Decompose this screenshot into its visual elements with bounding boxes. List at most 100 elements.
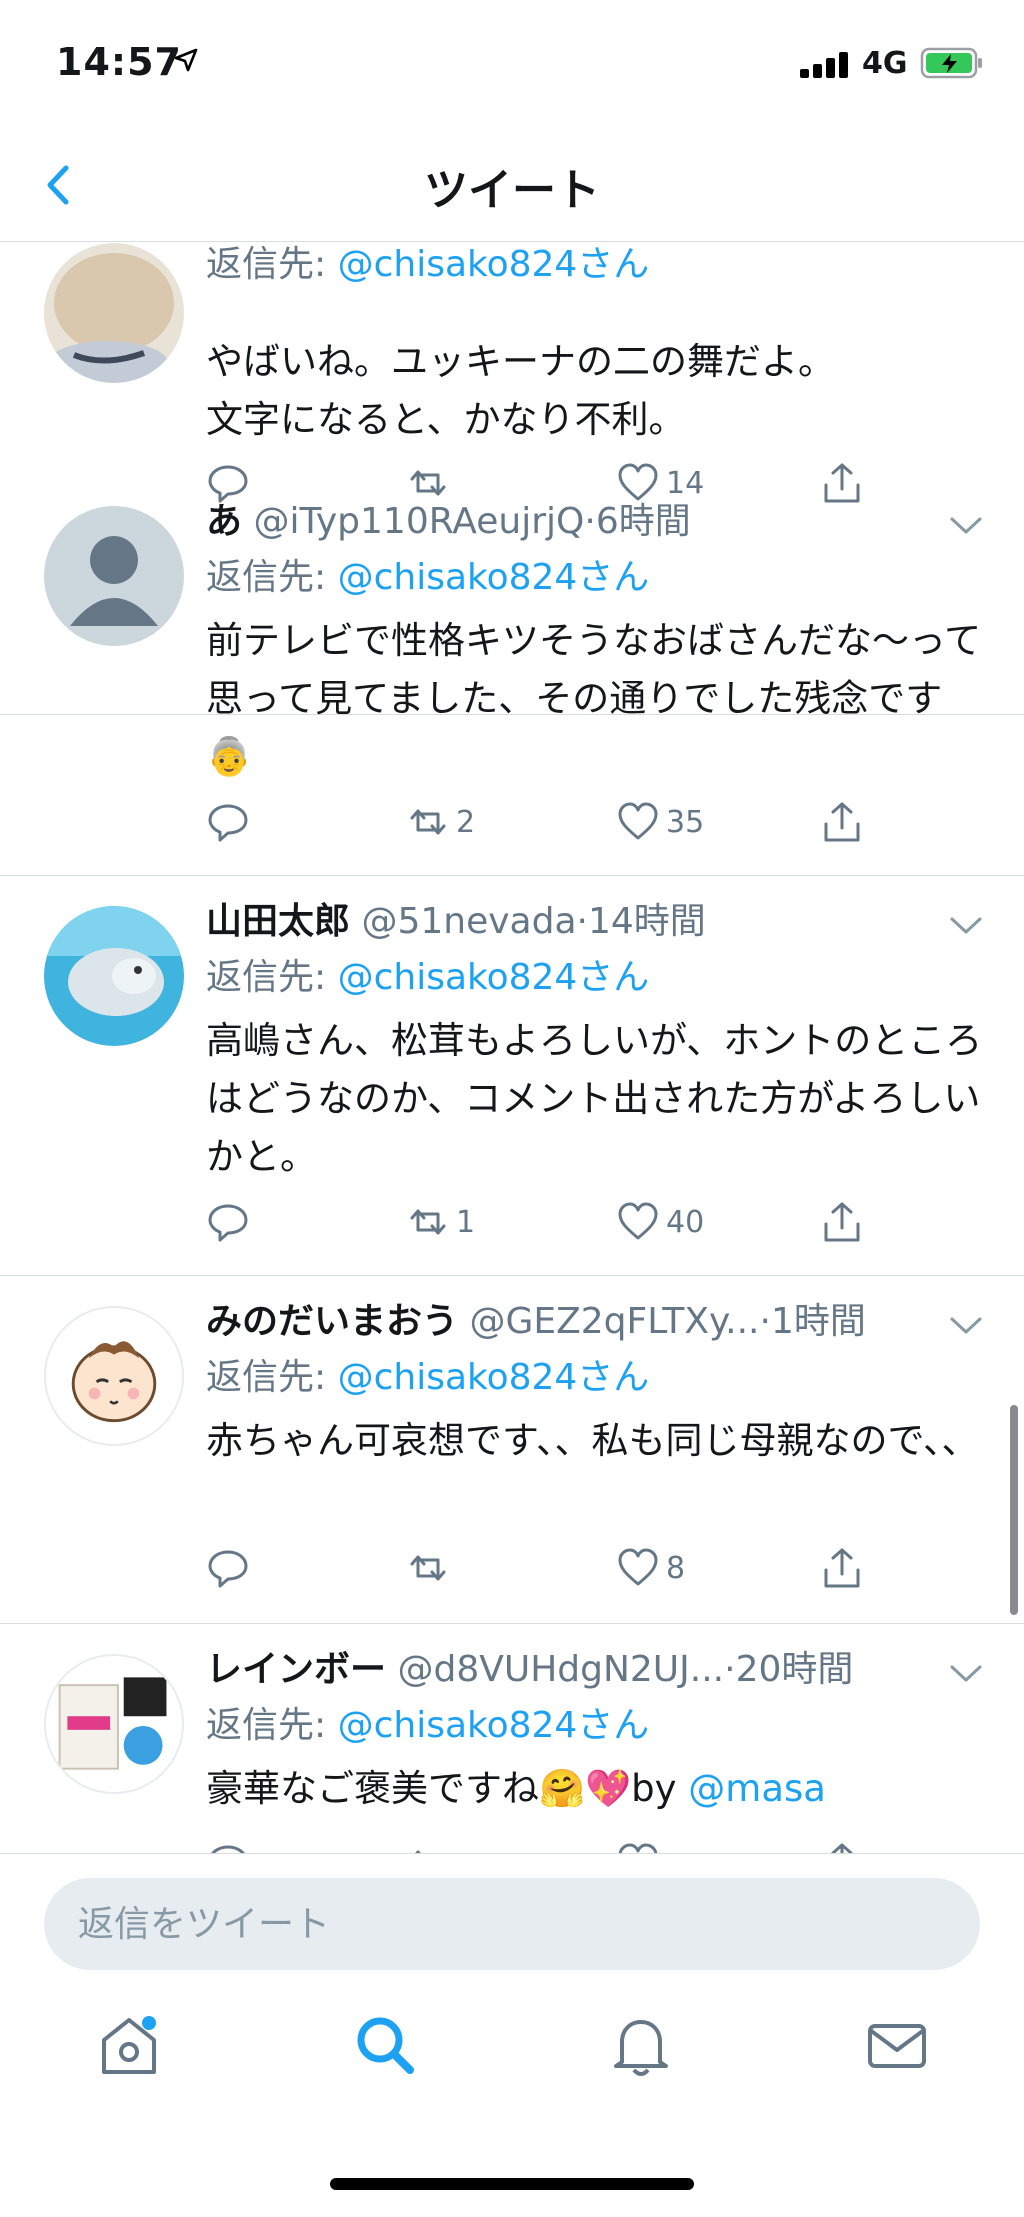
display-name[interactable]: レインボー: [206, 1649, 386, 1690]
tweet-actions: 2 35: [206, 798, 886, 846]
share-button[interactable]: [820, 798, 864, 846]
tweet-time: 1時間: [770, 1301, 866, 1342]
tweet-text: 豪華なご褒美ですね🤗💖by @masa: [206, 1767, 826, 1810]
display-name[interactable]: あ: [206, 501, 242, 542]
heart-icon: [618, 1548, 658, 1586]
reply-feed[interactable]: 返信先: @chisako824さん やばいね。ユッキーナの二の舞だよ。 文字に…: [0, 243, 1024, 1853]
tweet-text: 高嶋さん、松茸もよろしいが、ホントのところはどうなのか、コメント出された方がよろ…: [206, 1019, 983, 1178]
tweet-time: 14時間: [587, 901, 706, 942]
user-avatar[interactable]: [44, 1306, 184, 1446]
tweet[interactable]: レインボー @d8VUHdgN2UJ...·20時間 返信先: @chisako…: [0, 1624, 1024, 1853]
retweet-icon: [415, 1850, 421, 1853]
retweet-count: 1: [456, 1204, 476, 1240]
heart-icon: [618, 802, 658, 840]
mention-link[interactable]: @masa: [688, 1767, 826, 1810]
retweet-icon: [410, 809, 446, 835]
tab-bar: [0, 1990, 1024, 2130]
scrollbar[interactable]: [1010, 1405, 1018, 1615]
reply-to-line: 返信先: @chisako824さん: [206, 244, 650, 285]
tweet[interactable]: あ @iTyp110RAeujrjQ·6時間 返信先: @chisako824さ…: [0, 476, 1024, 876]
user-handle[interactable]: @d8VUHdgN2UJ...: [397, 1649, 724, 1690]
share-button[interactable]: [820, 1839, 864, 1853]
messages-icon[interactable]: [862, 2010, 932, 2080]
user-avatar[interactable]: [44, 243, 184, 383]
user-handle[interactable]: @GEZ2qFLTXy...: [469, 1301, 759, 1342]
reply-button[interactable]: [206, 1198, 250, 1246]
tweet-time: 20時間: [735, 1649, 854, 1690]
status-bar: 14:57 4G: [0, 0, 1024, 130]
share-icon: [824, 1202, 860, 1242]
mention-link[interactable]: @chisako824さん: [338, 244, 650, 285]
like-count: 35: [666, 804, 705, 840]
reply-button[interactable]: [206, 1839, 250, 1853]
reply-composer-bar: [0, 1853, 1024, 1973]
retweet-icon: [410, 1555, 446, 1581]
search-icon[interactable]: [350, 2010, 420, 2080]
user-handle[interactable]: @51nevada: [361, 901, 576, 942]
mention-link[interactable]: @chisako824さん: [338, 957, 650, 998]
tweet-text: 前テレビで性格キツそうなおばさんだな〜って思って見てました、その通りでした残念で…: [206, 619, 982, 778]
retweet-button[interactable]: [406, 1839, 456, 1853]
nav-header: ツイート: [0, 130, 1024, 242]
share-icon: [831, 1843, 853, 1853]
tweet-actions: 1 40: [206, 1198, 886, 1246]
reply-input[interactable]: [44, 1878, 980, 1970]
chevron-down-icon[interactable]: [946, 910, 986, 940]
retweet-button[interactable]: [406, 1544, 456, 1592]
user-avatar[interactable]: [44, 1654, 184, 1794]
retweet-button[interactable]: 1: [406, 1198, 475, 1246]
like-count: 40: [666, 1204, 705, 1240]
retweet-count: 2: [456, 804, 476, 840]
page-title: ツイート: [424, 165, 600, 216]
share-icon: [824, 1548, 860, 1588]
status-time: 14:57: [56, 40, 182, 84]
reply-icon: [208, 1204, 248, 1242]
heart-icon: [618, 1202, 658, 1240]
reply-to-line: 返信先: @chisako824さん: [206, 1705, 650, 1746]
reply-icon: [208, 1550, 248, 1588]
display-name[interactable]: みのだいまおう: [206, 1301, 458, 1342]
tweet-meta: あ @iTyp110RAeujrjQ·6時間: [206, 501, 691, 542]
user-avatar[interactable]: [44, 906, 184, 1046]
mention-link[interactable]: @chisako824さん: [338, 1705, 650, 1746]
reply-to-line: 返信先: @chisako824さん: [206, 957, 650, 998]
like-button[interactable]: 35: [616, 798, 704, 846]
tweet-actions: [206, 1839, 886, 1853]
reply-to-line: 返信先: @chisako824さん: [206, 557, 650, 598]
chevron-down-icon[interactable]: [946, 510, 986, 540]
tweet-meta: 山田太郎 @51nevada·14時間: [206, 901, 706, 942]
battery-charging-icon: [920, 47, 982, 79]
share-icon: [824, 802, 860, 842]
home-indicator[interactable]: [330, 2178, 694, 2190]
tweet[interactable]: みのだいまおう @GEZ2qFLTXy...·1時間 返信先: @chisako…: [0, 1276, 1024, 1624]
signal-strength-icon: [800, 52, 850, 78]
tweet-meta: みのだいまおう @GEZ2qFLTXy...·1時間: [206, 1301, 866, 1342]
network-type: 4G: [862, 46, 908, 81]
share-button[interactable]: [820, 1544, 864, 1592]
chevron-down-icon[interactable]: [946, 1310, 986, 1340]
user-avatar[interactable]: [44, 506, 184, 646]
mention-link[interactable]: @chisako824さん: [338, 1357, 650, 1398]
like-button[interactable]: [616, 1839, 666, 1853]
share-button[interactable]: [820, 1198, 864, 1246]
reply-button[interactable]: [206, 798, 250, 846]
tweet[interactable]: 山田太郎 @51nevada·14時間 返信先: @chisako824さん 高…: [0, 876, 1024, 1276]
tweet-meta: レインボー @d8VUHdgN2UJ...·20時間: [206, 1649, 854, 1690]
notification-dot: [142, 2016, 156, 2030]
user-handle[interactable]: @iTyp110RAeujrjQ: [253, 501, 584, 542]
like-count: 8: [666, 1550, 686, 1586]
tweet-actions: 8: [206, 1544, 886, 1592]
notifications-icon[interactable]: [606, 2010, 676, 2080]
tweet-text: 赤ちゃん可哀想です、、私も同じ母親なので、、: [206, 1419, 979, 1462]
mention-link[interactable]: @chisako824さん: [338, 557, 650, 598]
reply-icon: [208, 804, 248, 842]
tweet-time: 6時間: [595, 501, 691, 542]
chevron-down-icon[interactable]: [946, 1658, 986, 1688]
like-button[interactable]: 40: [616, 1198, 704, 1246]
retweet-button[interactable]: 2: [406, 798, 475, 846]
reply-button[interactable]: [206, 1544, 250, 1592]
location-arrow-icon: [174, 48, 198, 72]
display-name[interactable]: 山田太郎: [206, 901, 350, 942]
like-button[interactable]: 8: [616, 1544, 685, 1592]
reply-composer[interactable]: [44, 1878, 980, 1970]
